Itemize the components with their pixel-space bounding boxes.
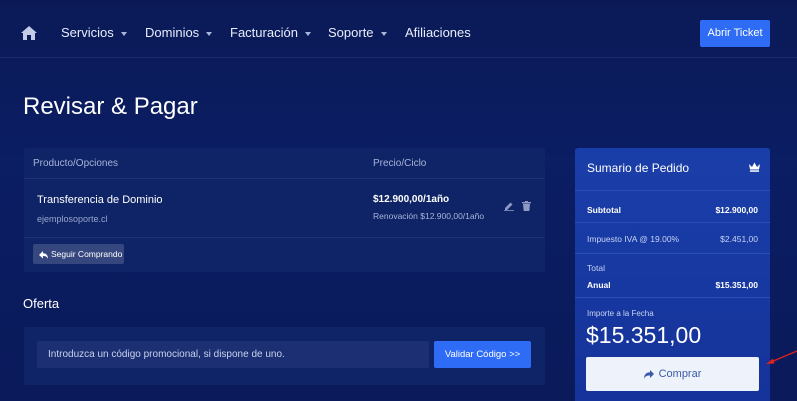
nav-item-afiliaciones[interactable]: Afiliaciones (405, 25, 471, 40)
nav-label: Afiliaciones (405, 25, 471, 40)
crown-icon (749, 162, 760, 172)
tax-label: Impuesto IVA @ 19.00% (587, 234, 680, 244)
annual-label: Anual (587, 280, 611, 290)
subtotal-value: $12.900,00 (715, 205, 758, 215)
due-today-label: Importe a la Fecha (587, 309, 654, 318)
nav-item-dominios[interactable]: Dominios (145, 25, 213, 40)
subtotal-label: Subtotal (587, 205, 621, 215)
page-title: Revisar & Pagar (23, 93, 198, 120)
divider (575, 253, 770, 254)
divider (24, 237, 545, 238)
annotation-arrow-icon (766, 350, 797, 364)
tax-value: $2.451,00 (720, 234, 758, 244)
top-navigation: Servicios Dominios Facturación Soporte A… (0, 0, 797, 58)
share-arrow-icon (643, 369, 654, 379)
order-summary-panel: Sumario de Pedido Subtotal $12.900,00 Im… (575, 148, 770, 401)
nav-item-soporte[interactable]: Soporte (328, 25, 387, 40)
nav-item-servicios[interactable]: Servicios (61, 25, 127, 40)
item-domain-name: ejemplosoporte.cl (37, 214, 108, 224)
home-icon[interactable] (21, 26, 37, 40)
due-today-amount: $15.351,00 (586, 322, 702, 348)
trash-icon[interactable] (522, 201, 531, 211)
divider (575, 222, 770, 223)
item-product-name: Transferencia de Dominio (37, 194, 163, 206)
chevron-down-icon (206, 31, 213, 36)
nav-label: Facturación (230, 25, 298, 40)
validate-code-button[interactable]: Validar Código >> (434, 341, 531, 368)
checkout-button[interactable]: Comprar (586, 357, 759, 391)
annual-value: $15.351,00 (715, 280, 758, 290)
open-ticket-button[interactable]: Abrir Ticket (700, 20, 770, 47)
offer-title: Oferta (23, 296, 60, 311)
nav-label: Soporte (328, 25, 374, 40)
promo-code-input[interactable]: Introduzca un código promocional, si dis… (37, 341, 429, 368)
divider (575, 297, 770, 298)
offer-panel: Introduzca un código promocional, si dis… (24, 327, 545, 385)
checkout-button-label: Comprar (658, 368, 702, 380)
divider (575, 190, 770, 191)
cart-table: Producto/Opciones Precio/Ciclo Transfere… (24, 148, 545, 272)
chevron-down-icon (380, 31, 387, 36)
continue-shopping-label: Seguir Comprando (51, 249, 123, 259)
nav-item-facturacion[interactable]: Facturación (230, 25, 311, 40)
item-renewal-price: Renovación $12.900,00/1año (373, 211, 485, 221)
cart-header: Producto/Opciones Precio/Ciclo (24, 148, 545, 179)
continue-shopping-button[interactable]: Seguir Comprando (33, 244, 124, 264)
edit-icon[interactable] (504, 201, 514, 211)
reply-arrow-icon (39, 250, 48, 259)
column-header-price: Precio/Ciclo (373, 158, 427, 169)
chevron-down-icon (120, 31, 127, 36)
nav-label: Dominios (145, 25, 200, 40)
chevron-down-icon (304, 31, 311, 36)
summary-title: Sumario de Pedido (587, 161, 690, 175)
total-label: Total (587, 263, 605, 273)
column-header-product: Producto/Opciones (33, 158, 119, 169)
item-price: $12.900,00/1año (373, 194, 450, 205)
nav-label: Servicios (61, 25, 114, 40)
